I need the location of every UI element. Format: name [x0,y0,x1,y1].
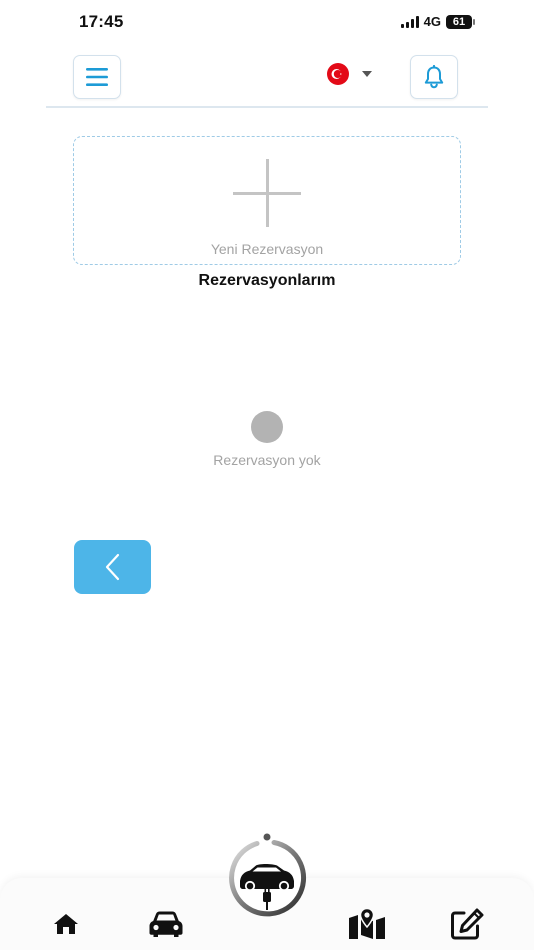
plus-icon [233,159,301,227]
new-reservation-card[interactable]: Yeni Rezervasyon [73,136,461,265]
ev-charging-logo-icon [229,833,307,917]
section-title: Rezervasyonlarım [198,272,336,289]
nav-edit[interactable] [450,908,484,940]
map-pin-icon [349,908,385,939]
menu-button[interactable] [73,55,121,99]
empty-state-message: Rezervasyon yok [213,452,321,468]
status-bar: 17:45 4G 61 [0,0,534,44]
battery-icon: 61 [446,14,475,29]
nav-home[interactable] [53,908,79,940]
signal-icon [400,15,419,28]
notification-button[interactable] [410,55,458,99]
language-selector[interactable] [327,62,377,86]
network-type: 4G [423,14,441,29]
hamburger-menu-icon [86,68,108,86]
chevron-left-icon [105,553,119,581]
home-icon [54,914,78,934]
turkey-flag-icon [327,63,349,85]
status-time: 17:45 [79,12,124,31]
car-icon [149,911,183,937]
new-reservation-label: Yeni Rezervasyon [210,241,324,257]
bell-icon [424,65,444,89]
center-logo-button[interactable] [226,832,308,922]
app-header [46,52,488,108]
status-indicators: 4G 61 [400,14,475,29]
back-button[interactable] [74,540,151,594]
edit-icon [451,908,484,940]
nav-map[interactable] [348,908,386,940]
battery-level: 61 [452,15,466,28]
nav-cars[interactable] [148,908,184,940]
loading-indicator [251,411,283,443]
caret-down-icon [362,71,372,77]
